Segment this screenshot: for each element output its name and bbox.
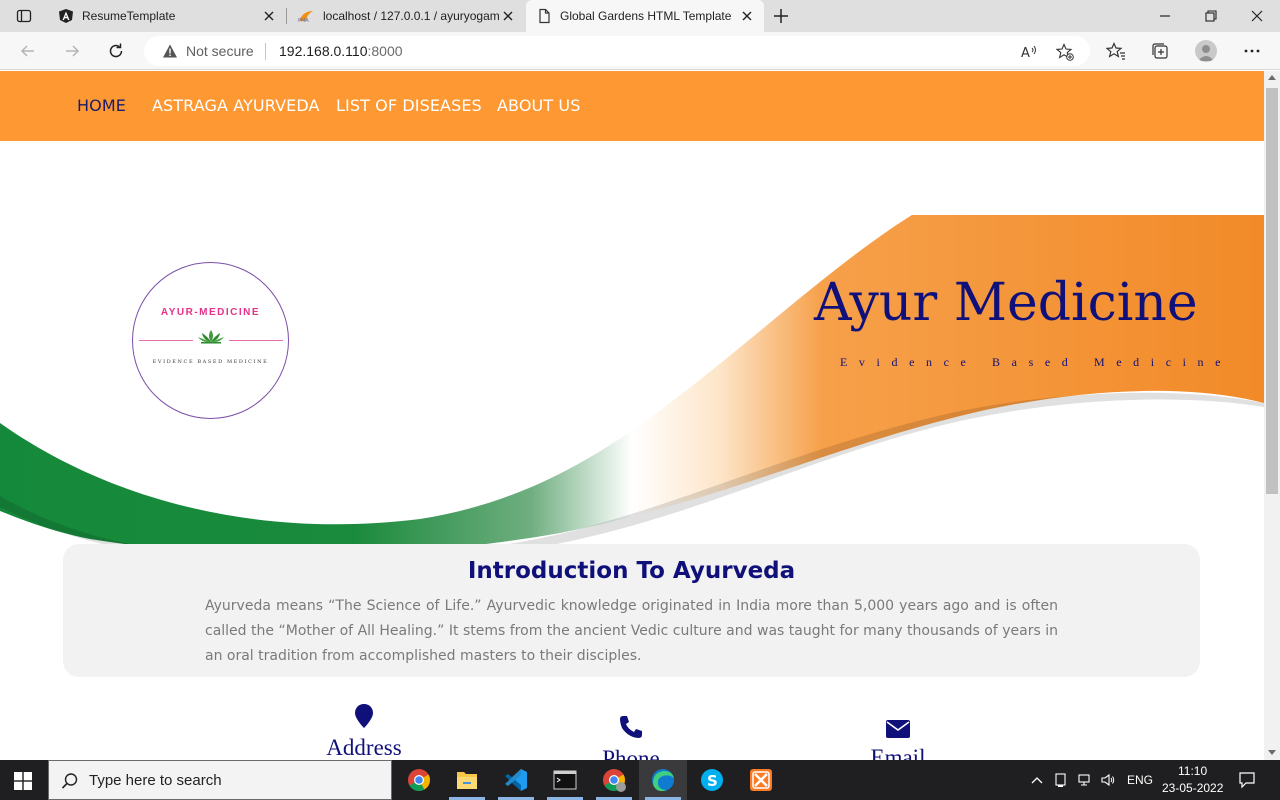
close-tab-icon[interactable] [262,9,276,23]
close-window-icon[interactable] [1249,8,1265,24]
address-bar[interactable]: Not secure 192.168.0.110:8000 A [144,36,1090,66]
nav-astraga-ayurveda[interactable]: ASTRAGA AYURVEDA [152,96,320,115]
taskbar-search[interactable]: Type here to search [48,760,392,800]
read-aloud-icon[interactable]: A [1020,43,1038,61]
tab-resume-template[interactable]: ResumeTemplate [48,0,286,32]
search-placeholder: Type here to search [89,772,222,789]
tab-actions-icon[interactable] [16,8,32,24]
contact-label: Phone [602,746,660,760]
scroll-up-arrow-icon[interactable] [1268,75,1276,80]
security-status[interactable]: Not secure [186,43,254,59]
envelope-icon [886,720,910,738]
notifications-icon[interactable] [1238,771,1256,789]
page-scrollbar[interactable] [1264,71,1280,760]
file-explorer-icon[interactable] [443,760,491,800]
map-marker-icon [355,704,373,728]
logo-tagline: EVIDENCE BASED MEDICINE [152,359,269,365]
search-icon [61,773,78,789]
hero-banner: AYUR-MEDICINE EVIDENCE BASED MEDICINE Ay… [0,141,1264,571]
page-icon [539,8,550,24]
close-tab-icon[interactable] [740,9,754,23]
tab-phpmyadmin[interactable]: PMA localhost / 127.0.0.1 / ayuryogam [287,0,525,32]
chrome-icon[interactable] [395,760,443,800]
clock-time[interactable]: 11:10 [1178,764,1207,778]
chevron-up-icon[interactable] [1029,772,1045,788]
svg-text:A: A [1021,46,1030,61]
hero-subtitle: Evidence Based Medicine [840,355,1233,369]
site-logo[interactable]: AYUR-MEDICINE EVIDENCE BASED MEDICINE [132,262,289,419]
network-icon[interactable] [1077,772,1093,788]
nav-list-of-diseases[interactable]: LIST OF DISEASES [336,96,482,115]
back-arrow-icon[interactable] [18,41,38,61]
scrollbar-thumb[interactable] [1266,88,1278,494]
nav-about-us[interactable]: ABOUT US [497,96,580,115]
warning-triangle-icon[interactable] [162,43,178,59]
refresh-icon[interactable] [106,41,126,61]
chrome-profile-icon[interactable] [590,760,638,800]
add-favorite-icon[interactable] [1056,43,1074,61]
language-indicator[interactable]: ENG [1127,773,1153,787]
windows-start-icon[interactable] [14,772,32,790]
contact-email: Email [818,719,978,760]
vscode-icon[interactable] [492,760,540,800]
device-icon[interactable] [1053,772,1069,788]
svg-text:S: S [707,772,718,790]
user-icon [1198,45,1214,61]
logo-divider-left [139,340,193,341]
favorites-icon[interactable] [1106,41,1126,61]
angular-logo-icon [59,9,73,23]
url-text[interactable]: 192.168.0.110:8000 [279,43,403,59]
phpmyadmin-logo-icon: PMA [298,11,313,23]
logo-name: AYUR-MEDICINE [160,307,261,318]
contact-label: Email [870,745,926,760]
logo-divider-right [229,340,283,341]
xampp-icon[interactable] [737,760,785,800]
scroll-down-arrow-icon[interactable] [1268,750,1276,755]
contact-address: Address [284,703,444,760]
restore-icon[interactable] [1203,8,1219,24]
terminal-icon[interactable] [541,760,589,800]
url-host: 192.168.0.110 [279,43,368,59]
site-nav: HOME ASTRAGA AYURVEDA LIST OF DISEASES A… [0,71,1264,141]
skype-icon[interactable]: S [688,760,736,800]
divider [265,43,266,60]
forward-arrow-icon[interactable] [62,41,82,61]
intro-title: Introduction To Ayurveda [467,558,796,584]
page-viewport: HOME ASTRAGA AYURVEDA LIST OF DISEASES A… [0,71,1264,760]
tab-title: Global Gardens HTML Template [560,9,732,23]
tab-global-gardens[interactable]: Global Gardens HTML Template [526,0,764,32]
url-port: :8000 [367,43,403,59]
intro-section: Introduction To Ayurveda Ayurveda means … [63,544,1200,677]
clock-date[interactable]: 23-05-2022 [1162,781,1223,795]
browser-tab-bar: ResumeTemplate PMA localhost / 127.0.0.1… [0,0,1280,32]
edge-icon[interactable] [639,760,687,800]
tab-title: ResumeTemplate [82,9,176,23]
contact-label: Address [326,735,402,760]
close-tab-icon[interactable] [501,9,515,23]
contact-phone: Phone [551,714,711,760]
lotus-icon [198,330,224,344]
nav-home[interactable]: HOME [77,96,126,115]
minimize-icon[interactable] [1157,8,1173,24]
volume-icon[interactable] [1100,772,1116,788]
hero-title: Ayur Medicine [814,273,1198,333]
more-options-icon[interactable] [1242,41,1262,61]
svg-text:PMA: PMA [298,18,309,23]
new-tab-icon[interactable] [772,7,790,25]
profile-avatar[interactable] [1195,40,1217,62]
intro-text: Ayurveda means “The Science of Life.” Ay… [205,598,1058,664]
phone-icon [620,716,642,738]
tab-title: localhost / 127.0.0.1 / ayuryogam [323,9,500,23]
windows-taskbar: Type here to search S ENG 11:10 23-05-20… [0,760,1280,800]
collections-icon[interactable] [1150,41,1170,61]
browser-toolbar: Not secure 192.168.0.110:8000 A [0,32,1280,70]
